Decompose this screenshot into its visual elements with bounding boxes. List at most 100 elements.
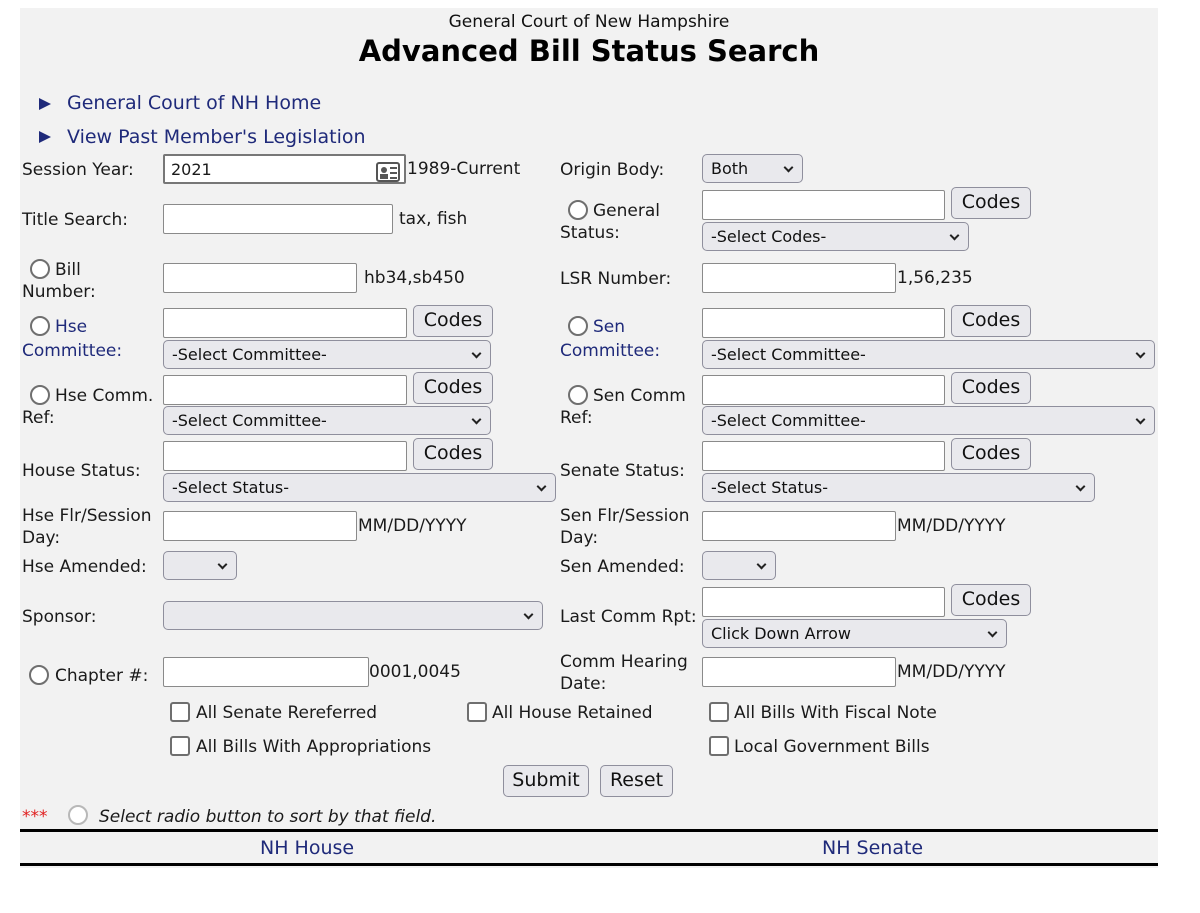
hse-comm-ref-radio[interactable] <box>30 385 50 405</box>
senate-status-input[interactable] <box>702 441 945 471</box>
lsr-number-input[interactable] <box>702 263 896 293</box>
comm-hearing-hint: MM/DD/YYYY <box>897 662 1006 682</box>
senate-status-select[interactable]: -Select Status- <box>702 473 1095 502</box>
hse-committee-label-1[interactable]: Hse <box>55 316 87 338</box>
hse-committee-select[interactable]: -Select Committee- <box>163 340 491 369</box>
last-comm-rpt-codes-button[interactable]: Codes <box>951 584 1031 616</box>
hse-flr-date-input[interactable] <box>163 511 357 541</box>
calendar-card-icon[interactable] <box>376 162 400 182</box>
general-status-input[interactable] <box>702 190 945 220</box>
chapter-hint: 0001,0045 <box>369 662 461 682</box>
footer-divider-top <box>20 829 1158 832</box>
bill-number-radio[interactable] <box>30 259 50 279</box>
session-year-input[interactable]: 2021 <box>163 154 406 184</box>
triangle-bullet-icon <box>39 98 51 110</box>
past-member-link[interactable]: View Past Member's Legislation <box>67 126 366 148</box>
session-year-hint: 1989-Current <box>407 159 521 179</box>
sen-comm-ref-codes-button[interactable]: Codes <box>951 372 1031 404</box>
hse-comm-ref-input[interactable] <box>163 375 407 405</box>
hse-comm-ref-label-1: Hse Comm. <box>55 386 154 406</box>
sen-committee-label-1[interactable]: Sen <box>593 316 625 338</box>
sen-committee-label-2[interactable]: Committee: <box>560 340 660 362</box>
sen-committee-select[interactable]: -Select Committee- <box>702 340 1155 369</box>
last-comm-rpt-input[interactable] <box>702 587 945 617</box>
sponsor-select[interactable] <box>163 601 543 630</box>
chevron-down-icon <box>536 481 547 492</box>
origin-body-select[interactable]: Both <box>702 154 803 183</box>
sen-committee-input[interactable] <box>702 308 945 338</box>
title-search-input[interactable] <box>163 204 393 234</box>
title-search-hint: tax, fish <box>399 209 468 229</box>
chevron-down-icon <box>1135 414 1146 425</box>
chevron-down-icon <box>783 162 794 173</box>
hse-flr-label-1: Hse Flr/Session <box>22 506 152 526</box>
sort-note: Select radio button to sort by that fiel… <box>99 807 437 827</box>
sen-comm-ref-radio[interactable] <box>568 385 588 405</box>
hse-committee-codes-button[interactable]: Codes <box>413 305 493 337</box>
hse-committee-radio[interactable] <box>30 316 50 336</box>
chevron-down-icon <box>471 414 482 425</box>
lsr-number-hint: 1,56,235 <box>897 268 973 288</box>
house-status-select[interactable]: -Select Status- <box>163 473 556 502</box>
hse-amended-label: Hse Amended: <box>22 557 147 577</box>
home-link[interactable]: General Court of NH Home <box>67 92 321 114</box>
chapter-input[interactable] <box>163 657 369 687</box>
session-year-value: 2021 <box>171 160 212 179</box>
senate-status-select-value: -Select Status- <box>711 478 828 497</box>
chevron-down-icon <box>756 559 767 570</box>
house-retained-checkbox[interactable] <box>467 702 487 722</box>
senate-rereferred-label: All Senate Rereferred <box>196 703 378 723</box>
hse-committee-select-value: -Select Committee- <box>172 345 327 364</box>
footer-nh-house-link[interactable]: NH House <box>260 837 354 859</box>
house-status-input[interactable] <box>163 441 407 471</box>
site-name: General Court of New Hampshire <box>448 12 730 32</box>
sen-comm-ref-input[interactable] <box>702 375 945 405</box>
lsr-number-label: LSR Number: <box>560 269 672 289</box>
hse-committee-input[interactable] <box>163 308 407 338</box>
last-comm-rpt-label: Last Comm Rpt: <box>560 607 697 627</box>
local-gov-label: Local Government Bills <box>734 737 930 757</box>
bill-number-input[interactable] <box>163 263 357 293</box>
origin-body-value: Both <box>711 159 749 178</box>
house-retained-label: All House Retained <box>492 703 653 723</box>
hse-comm-ref-codes-button[interactable]: Codes <box>413 372 493 404</box>
last-comm-rpt-select[interactable]: Click Down Arrow <box>702 619 1007 648</box>
bill-number-hint: hb34,sb450 <box>364 268 465 288</box>
sen-comm-ref-select[interactable]: -Select Committee- <box>702 406 1155 435</box>
senate-rereferred-checkbox[interactable] <box>170 702 190 722</box>
hse-comm-ref-select[interactable]: -Select Committee- <box>163 406 491 435</box>
footer-nh-senate-link[interactable]: NH Senate <box>822 837 923 859</box>
note-stars: *** <box>22 807 48 827</box>
last-comm-rpt-select-value: Click Down Arrow <box>711 624 851 643</box>
general-status-radio[interactable] <box>568 200 588 220</box>
senate-status-codes-button[interactable]: Codes <box>951 438 1031 470</box>
sen-committee-codes-button[interactable]: Codes <box>951 305 1031 337</box>
general-status-select[interactable]: -Select Codes- <box>702 222 969 251</box>
page-title: Advanced Bill Status Search <box>358 34 820 68</box>
chevron-down-icon <box>949 230 960 241</box>
hse-amended-select[interactable] <box>163 551 237 580</box>
sen-flr-label-1: Sen Flr/Session <box>560 506 690 526</box>
general-status-codes-button[interactable]: Codes <box>951 187 1031 219</box>
sponsor-label: Sponsor: <box>22 607 97 627</box>
submit-button[interactable]: Submit <box>503 765 589 797</box>
triangle-bullet-icon <box>39 131 51 143</box>
fiscal-note-checkbox[interactable] <box>709 702 729 722</box>
local-gov-checkbox[interactable] <box>709 736 729 756</box>
comm-hearing-label-1: Comm Hearing <box>560 652 688 672</box>
sen-committee-radio[interactable] <box>568 316 588 336</box>
sen-amended-select[interactable] <box>702 551 776 580</box>
title-search-label: Title Search: <box>22 210 128 230</box>
bill-number-label-1: Bill <box>55 260 81 280</box>
hse-comm-ref-select-value: -Select Committee- <box>172 411 327 430</box>
appropriations-checkbox[interactable] <box>170 736 190 756</box>
house-status-codes-button[interactable]: Codes <box>413 438 493 470</box>
comm-hearing-date-input[interactable] <box>702 657 896 687</box>
general-status-select-value: -Select Codes- <box>711 227 827 246</box>
reset-button[interactable]: Reset <box>600 765 673 797</box>
hse-committee-label-2[interactable]: Committee: <box>22 340 122 362</box>
general-status-label-1: General <box>593 201 660 221</box>
chapter-radio[interactable] <box>29 665 49 685</box>
sen-flr-date-input[interactable] <box>702 511 896 541</box>
hse-comm-ref-label-2: Ref: <box>22 408 55 428</box>
